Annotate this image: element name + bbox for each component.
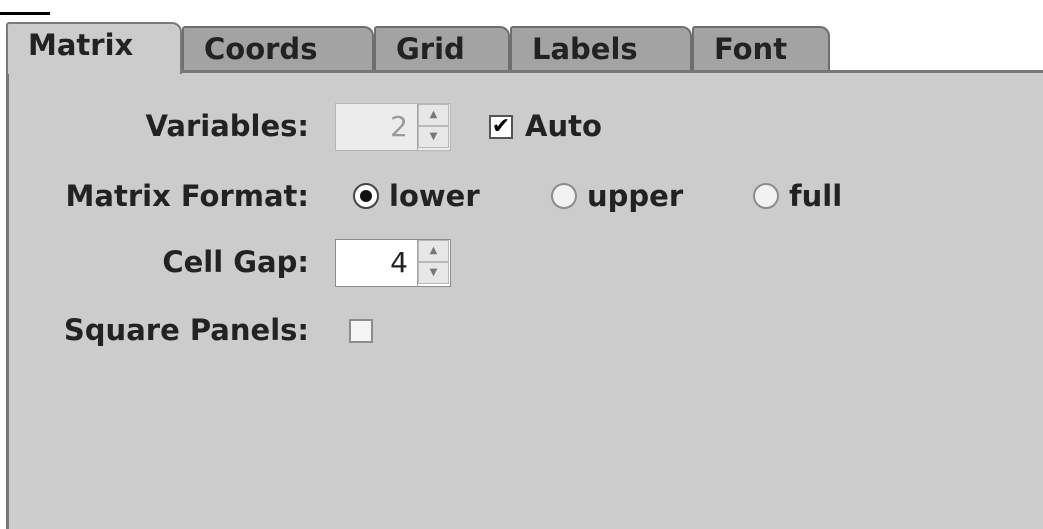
square-panels-label: Square Panels: (63, 313, 309, 347)
spinner-down-arrow-icon[interactable]: ▼ (418, 126, 449, 148)
matrix-settings-panel: Variables: 2 ▲ ▼ ✔ Auto Matrix Format: l… (6, 70, 1043, 529)
tab-matrix[interactable]: Matrix (6, 22, 182, 74)
format-full-radio[interactable] (753, 183, 779, 209)
variables-spinner-arrows: ▲ ▼ (417, 104, 450, 150)
format-upper-radio[interactable] (551, 183, 577, 209)
tab-font-label: Font (714, 32, 788, 66)
variables-spinner[interactable]: 2 ▲ ▼ (335, 103, 451, 151)
tab-grid[interactable]: Grid (374, 26, 510, 70)
format-full-label: full (789, 179, 843, 213)
cell-gap-spinner[interactable]: 4 ▲ ▼ (335, 239, 451, 287)
radio-selected-dot (360, 190, 372, 202)
format-lower-radio[interactable] (353, 183, 379, 209)
tab-labels-label: Labels (532, 32, 638, 66)
tab-grid-label: Grid (396, 32, 465, 66)
tab-bar: Matrix Coords Grid Labels Font (6, 22, 1043, 74)
tab-labels[interactable]: Labels (510, 26, 692, 70)
spinner-down-arrow-icon[interactable]: ▼ (418, 262, 449, 284)
variables-value: 2 (390, 110, 408, 143)
auto-label: Auto (525, 109, 602, 143)
top-edge-mark (0, 12, 50, 15)
square-panels-checkbox[interactable] (349, 319, 373, 343)
cell-gap-value: 4 (390, 246, 408, 279)
auto-checkbox[interactable]: ✔ (489, 115, 513, 139)
spinner-up-arrow-icon[interactable]: ▲ (418, 104, 449, 126)
spinner-up-arrow-icon[interactable]: ▲ (418, 240, 449, 262)
tab-matrix-label: Matrix (28, 28, 134, 62)
variables-label: Variables: (145, 109, 309, 143)
cell-gap-spinner-arrows: ▲ ▼ (417, 240, 450, 286)
tab-coords[interactable]: Coords (182, 26, 374, 70)
cell-gap-label: Cell Gap: (162, 245, 309, 279)
tab-coords-label: Coords (204, 32, 318, 66)
tab-font[interactable]: Font (692, 26, 830, 70)
matrix-format-label: Matrix Format: (65, 179, 309, 213)
format-upper-label: upper (587, 179, 684, 213)
format-lower-label: lower (389, 179, 480, 213)
